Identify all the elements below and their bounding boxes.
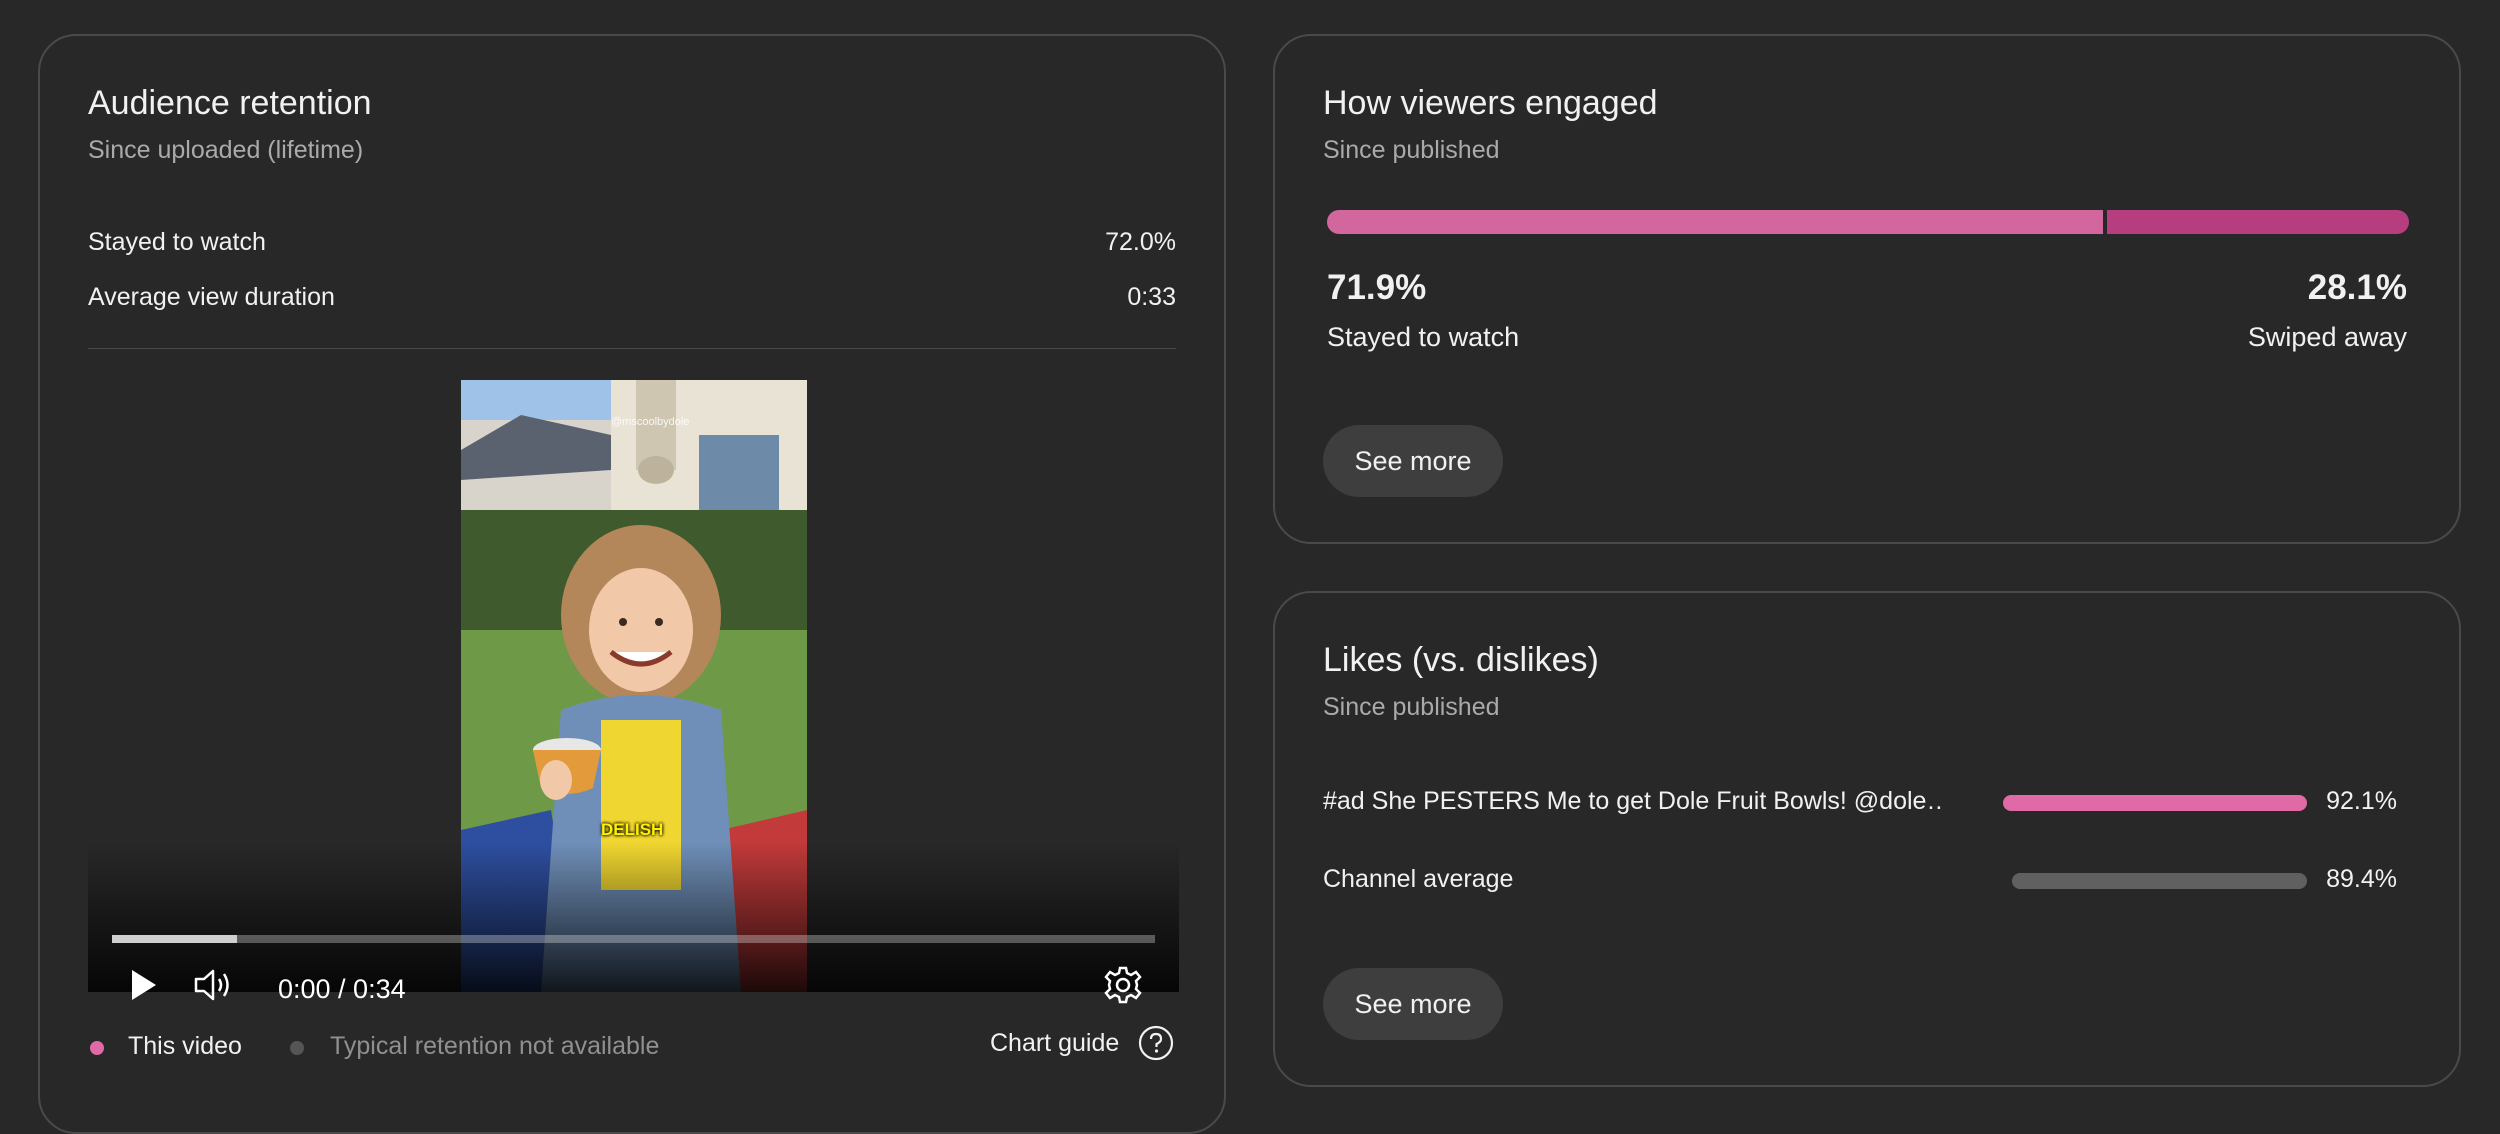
chart-guide-label: Chart guide <box>990 1028 1120 1057</box>
progress-bar[interactable] <box>112 935 1155 943</box>
likes-row-video-bar <box>2003 795 2307 811</box>
engaged-subtitle: Since published <box>1323 136 1500 164</box>
likes-title: Likes (vs. dislikes) <box>1323 641 1599 679</box>
playback-time: 0:00 / 0:34 <box>278 974 406 1004</box>
audience-retention-title: Audience retention <box>88 84 372 122</box>
progress-bar-fill <box>112 935 238 943</box>
likes-row-channel-value: 89.4% <box>2326 865 2397 893</box>
play-icon <box>132 970 156 1000</box>
engagement-bar-swiped <box>2107 210 2409 234</box>
stayed-to-watch-percent: 71.9% <box>1327 268 1427 307</box>
gear-icon <box>1104 966 1142 1004</box>
this-video-legend-dot <box>90 1041 104 1055</box>
likes-vs-dislikes-card: Likes (vs. dislikes) Since published #ad… <box>1273 591 2461 1087</box>
stayed-to-watch-label: Stayed to watch <box>88 228 266 256</box>
audience-retention-subtitle: Since uploaded (lifetime) <box>88 136 364 164</box>
mute-button[interactable] <box>188 960 238 1010</box>
settings-button[interactable] <box>1098 960 1148 1010</box>
likes-see-more-button[interactable]: See more <box>1323 968 1503 1040</box>
likes-row-video-value: 92.1% <box>2326 787 2397 815</box>
likes-row-channel-label: Channel average <box>1323 865 1514 893</box>
engaged-see-more-button[interactable]: See more <box>1323 425 1503 497</box>
play-button[interactable] <box>118 960 168 1010</box>
engagement-bar <box>1327 210 2409 234</box>
average-view-duration-label: Average view duration <box>88 283 335 311</box>
typical-retention-legend-dot <box>290 1041 304 1055</box>
swiped-away-percent: 28.1% <box>2307 268 2407 307</box>
video-caption: DELISH <box>601 820 664 839</box>
stayed-to-watch-value: 72.0% <box>1105 228 1176 256</box>
volume-icon <box>194 969 229 1001</box>
likes-subtitle: Since published <box>1323 693 1500 721</box>
video-player[interactable]: @mscoolbydole DELISH 0:00 / 0:34 <box>88 380 1179 1004</box>
swiped-away-label: Swiped away <box>2247 322 2407 352</box>
audience-retention-card: Audience retention Since uploaded (lifet… <box>38 34 1226 1134</box>
typical-retention-legend-label: Typical retention not available <box>330 1032 660 1060</box>
likes-row-channel-bar <box>2012 873 2307 889</box>
engaged-title: How viewers engaged <box>1323 84 1658 122</box>
player-controls-gradient <box>88 842 1179 992</box>
divider <box>88 348 1176 349</box>
video-watermark: @mscoolbydole <box>611 416 690 428</box>
help-icon <box>1139 1025 1174 1061</box>
this-video-legend-label: This video <box>128 1032 242 1060</box>
how-viewers-engaged-card: How viewers engaged Since published 71.9… <box>1273 34 2461 544</box>
average-view-duration-value: 0:33 <box>1127 283 1176 311</box>
engagement-bar-stayed <box>1327 210 2103 234</box>
chart-guide-link[interactable]: Chart guide <box>990 1024 1175 1062</box>
stayed-to-watch-label: Stayed to watch <box>1327 322 1520 352</box>
likes-row-video-label: #ad She PESTERS Me to get Dole Fruit Bow… <box>1323 787 1943 815</box>
